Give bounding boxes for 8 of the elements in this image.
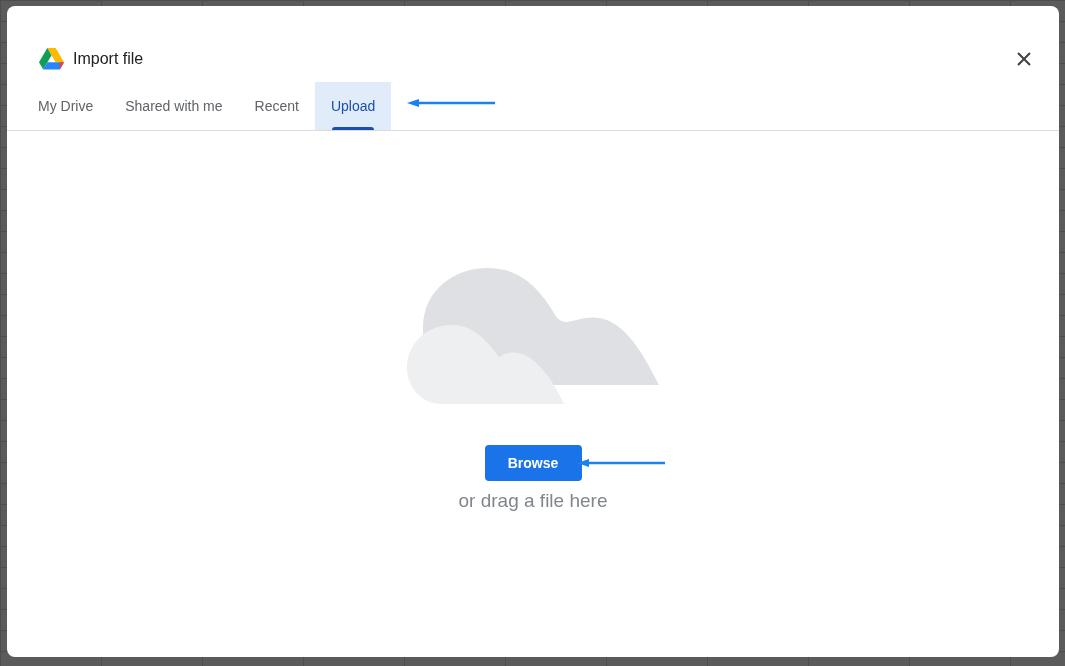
tab[interactable]: My Drive [22, 82, 110, 130]
drag-hint: or drag a file here [458, 489, 608, 513]
tab[interactable]: Upload [314, 82, 392, 130]
tab[interactable]: Recent [238, 82, 315, 130]
drive-logo-icon [39, 48, 64, 70]
dialog-title: Import file [73, 49, 144, 69]
browse-button[interactable]: Browse [484, 445, 582, 481]
tab[interactable]: Shared with me [109, 82, 239, 130]
